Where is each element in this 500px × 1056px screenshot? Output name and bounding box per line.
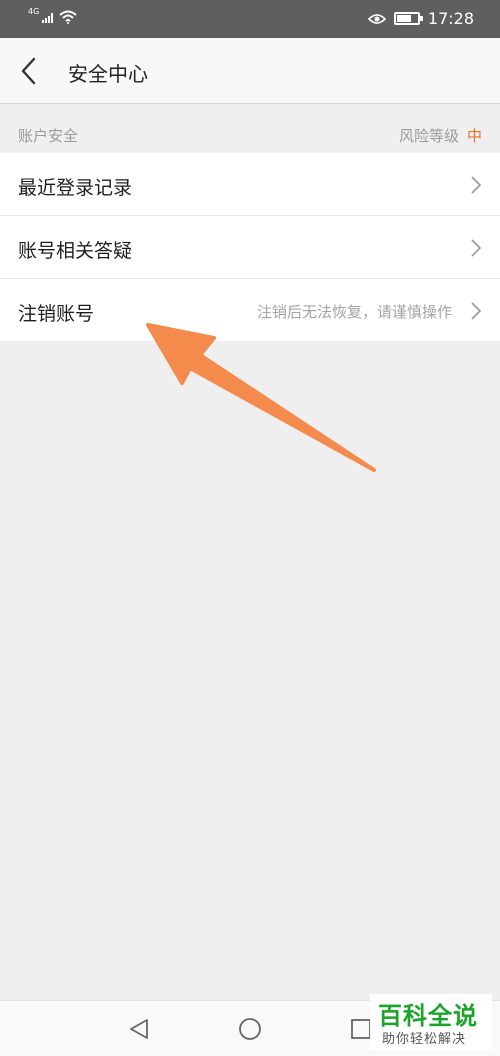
chevron-left-icon xyxy=(21,57,36,85)
list-item-label: 最近登录记录 xyxy=(18,177,133,199)
network-type: 4G xyxy=(28,7,40,16)
home-circle-icon[interactable] xyxy=(237,1016,263,1042)
list-item-login-records[interactable]: 最近登录记录 xyxy=(0,153,500,216)
back-button[interactable] xyxy=(12,53,48,89)
list-item-hint: 注销后无法恢复，请谨慎操作 xyxy=(256,303,452,321)
list-item-cancel-account[interactable]: 注销账号 注销后无法恢复，请谨慎操作 xyxy=(0,279,500,341)
chevron-right-icon xyxy=(471,176,482,194)
status-left-group: 4G xyxy=(28,7,77,24)
watermark: 百科全说 助你轻松解决 xyxy=(370,994,492,1050)
battery-icon xyxy=(393,12,423,25)
chevron-right-icon xyxy=(471,239,482,257)
settings-list: 最近登录记录 账号相关答疑 注销账号 注销后无法恢复，请谨慎操作 xyxy=(0,153,500,341)
page-title: 安全中心 xyxy=(68,62,148,86)
battery-level xyxy=(396,15,411,22)
chevron-right-icon xyxy=(471,302,482,320)
eye-icon xyxy=(367,13,386,24)
signal-icon xyxy=(42,13,54,23)
list-item-label: 账号相关答疑 xyxy=(18,240,133,262)
section-title: 账户安全 xyxy=(18,127,79,145)
status-bar: 4G 17:28 xyxy=(0,0,500,38)
watermark-title: 百科全说 xyxy=(378,1002,478,1030)
risk-label: 风险等级 xyxy=(398,127,459,145)
list-item-account-faq[interactable]: 账号相关答疑 xyxy=(0,216,500,279)
risk-value: 中 xyxy=(466,127,482,145)
list-item-label: 注销账号 xyxy=(18,303,95,325)
watermark-subtitle: 助你轻松解决 xyxy=(382,1032,467,1047)
back-triangle-icon[interactable] xyxy=(126,1016,152,1042)
section-header: 账户安全 风险等级中 xyxy=(0,105,500,153)
app-header: 安全中心 xyxy=(0,38,500,104)
status-right-group: 17:28 xyxy=(367,9,474,28)
wifi-icon xyxy=(59,10,77,24)
status-time: 17:28 xyxy=(427,9,474,28)
risk-level: 风险等级中 xyxy=(399,125,482,146)
pointer-arrow-icon xyxy=(146,323,376,472)
